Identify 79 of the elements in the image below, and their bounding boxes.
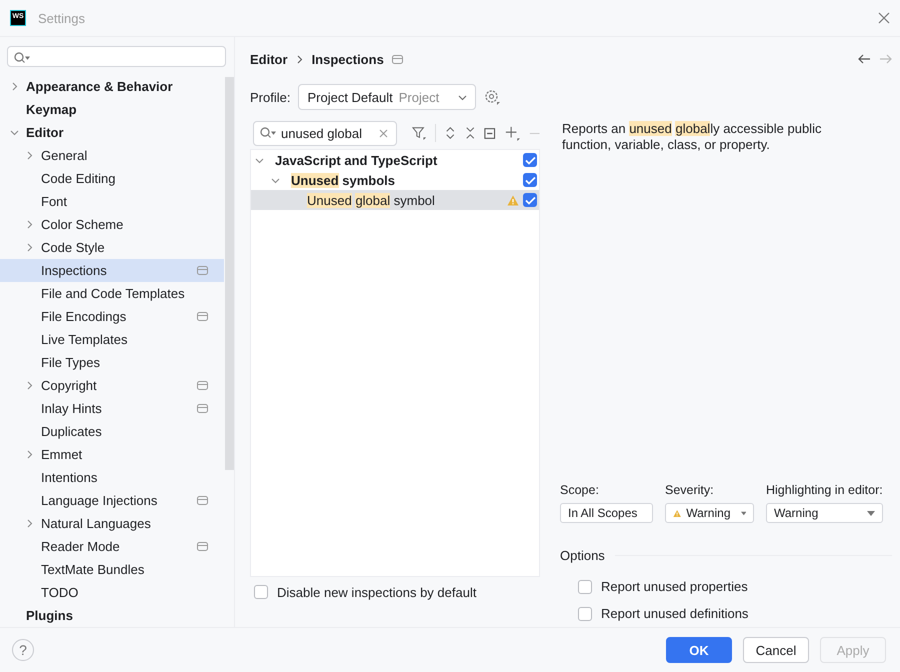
sidebar-item[interactable]: TODO	[0, 581, 224, 604]
chevron-right-icon[interactable]	[25, 519, 34, 528]
dialog-button[interactable]: Cancel	[743, 637, 809, 663]
sidebar-item[interactable]: Font	[0, 190, 224, 213]
breadcrumb-item: Editor	[250, 52, 288, 66]
search-icon	[260, 126, 276, 138]
chevron-down-icon[interactable]	[255, 156, 264, 164]
sidebar-item[interactable]: Inspections	[0, 259, 224, 282]
sidebar-item[interactable]: Keymap	[0, 98, 224, 121]
chevron-right-icon	[296, 54, 304, 64]
dropdown-arrow-icon	[740, 510, 746, 516]
sidebar-item[interactable]: File Encodings	[0, 305, 224, 328]
sidebar-item[interactable]: File Types	[0, 351, 224, 374]
option-checkbox[interactable]: Report unused definitions	[578, 600, 748, 627]
breadcrumb-item: Inspections	[312, 52, 384, 66]
checkbox[interactable]	[523, 173, 537, 187]
sidebar-item[interactable]: TextMate Bundles	[0, 558, 224, 581]
forward-arrow-icon[interactable]	[879, 54, 892, 64]
sidebar-item[interactable]: File and Code Templates	[0, 282, 224, 305]
collapse-all-icon[interactable]	[464, 126, 476, 140]
sidebar-item[interactable]: General	[0, 144, 224, 167]
checkbox[interactable]	[523, 153, 537, 167]
sidebar-item[interactable]: Editor	[0, 121, 224, 144]
inspection-row[interactable]: Unused symbols	[251, 170, 539, 190]
chevron-right-icon[interactable]	[10, 82, 19, 91]
help-button[interactable]: ?	[12, 639, 34, 661]
sidebar-item[interactable]: Natural Languages	[0, 512, 224, 535]
close-icon[interactable]	[878, 12, 890, 24]
chevron-down-icon[interactable]	[10, 128, 19, 137]
sidebar-item[interactable]: Language Injections	[0, 489, 224, 512]
inspection-row[interactable]: Unused global symbol	[251, 190, 539, 210]
collapse-icon[interactable]	[484, 126, 496, 140]
add-icon[interactable]	[504, 124, 520, 142]
sidebar-item[interactable]: Reader Mode	[0, 535, 224, 558]
clear-icon[interactable]	[379, 128, 388, 138]
chevron-right-icon[interactable]	[25, 151, 34, 160]
setting-label: Scope:	[560, 483, 600, 497]
sidebar-item[interactable]: Live Templates	[0, 328, 224, 351]
sidebar-item[interactable]: Code Style	[0, 236, 224, 259]
profile-label: Profile:	[250, 90, 290, 104]
sidebar-item[interactable]: Color Scheme	[0, 213, 224, 236]
sidebar-item[interactable]: Duplicates	[0, 420, 224, 443]
filter-field[interactable]: unused global	[253, 120, 398, 146]
dialog-button[interactable]: OK	[666, 637, 732, 663]
sidebar-item[interactable]: Inlay Hints	[0, 397, 224, 420]
sidebar-item[interactable]: Intentions	[0, 466, 224, 489]
setting-label: Severity:	[665, 483, 715, 497]
options-heading: Options	[560, 548, 605, 562]
gear-icon[interactable]	[484, 89, 500, 105]
scrollbar[interactable]	[225, 77, 234, 470]
expand-all-icon[interactable]	[445, 126, 456, 140]
option-checkbox[interactable]: Report unused properties	[578, 573, 748, 600]
chevron-right-icon[interactable]	[25, 381, 34, 390]
chevron-right-icon[interactable]	[25, 450, 34, 459]
inspection-row[interactable]: JavaScript and TypeScript	[251, 150, 539, 170]
chevron-down-icon	[458, 92, 468, 102]
sidebar-item[interactable]: Emmet	[0, 443, 224, 466]
chevron-right-icon[interactable]	[25, 220, 34, 229]
search-icon	[14, 52, 30, 64]
setting-label: Highlighting in editor:	[766, 483, 883, 497]
sidebar-item[interactable]: Appearance & Behavior	[0, 75, 224, 98]
sidebar-item[interactable]: Plugins	[0, 604, 224, 627]
setting-dropdown[interactable]: Warning	[665, 503, 754, 523]
dropdown-arrow-icon	[867, 510, 875, 516]
setting-dropdown[interactable]: Warning	[766, 503, 883, 523]
sidebar-item[interactable]: Code Editing	[0, 167, 224, 190]
chevron-right-icon[interactable]	[25, 243, 34, 252]
description-text: Reports an unused globally accessible public function, variable, class, or property.	[562, 121, 822, 153]
profile-dropdown[interactable]: Project Default Project	[298, 84, 476, 110]
chevron-down-icon[interactable]	[271, 176, 280, 184]
search-field[interactable]	[7, 46, 226, 67]
disable-new-checkbox[interactable]: Disable new inspections by default	[254, 577, 476, 607]
window-title: Settings	[38, 10, 85, 26]
sidebar-item[interactable]: Copyright	[0, 374, 224, 397]
filter-icon[interactable]	[412, 125, 426, 141]
checkbox[interactable]	[523, 193, 537, 207]
project-scope-icon	[392, 54, 403, 64]
setting-dropdown[interactable]: In All Scopes	[560, 503, 653, 523]
back-arrow-icon[interactable]	[858, 54, 871, 64]
